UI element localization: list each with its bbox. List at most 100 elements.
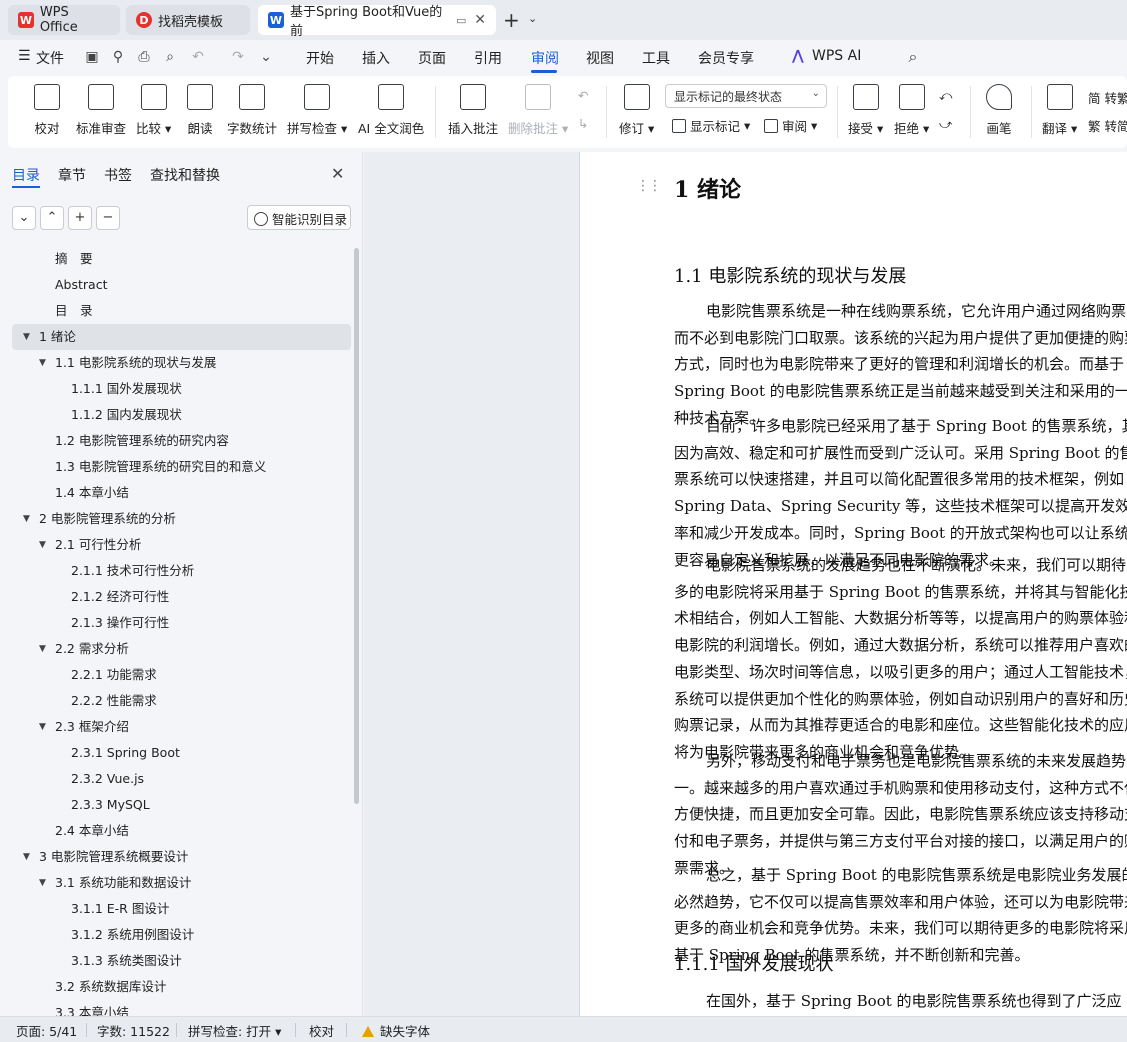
toc-item[interactable]: 2.2.2 性能需求 xyxy=(12,688,351,714)
smart-toc-button[interactable]: 智能识别目录 xyxy=(247,205,351,230)
toc-item[interactable]: ▼ 2 电影院管理系统的分析 xyxy=(12,506,351,532)
show-markup-button[interactable]: 显示标记 ▾ xyxy=(672,116,750,135)
translate-button[interactable]: 翻译 ▾ xyxy=(1042,84,1077,137)
track-changes-button[interactable]: 修订 ▾ xyxy=(619,84,654,137)
simplified-to-traditional-button[interactable]: 简 转繁 xyxy=(1088,88,1127,107)
expand-triangle-icon[interactable]: ▼ xyxy=(39,636,46,662)
monitor-icon[interactable]: ▭ xyxy=(456,14,466,27)
toc-item[interactable]: ▼ 2.1 可行性分析 xyxy=(12,532,351,558)
document-page[interactable]: 1 绪论 1.1 电影院系统的现状与发展 电影院售票系统是一种在线购票系统，它允… xyxy=(579,152,1127,1016)
reject-button[interactable]: 拒绝 ▾ xyxy=(894,84,929,137)
close-tab-icon[interactable]: ✕ xyxy=(474,12,486,28)
menu-reference[interactable]: 引用 xyxy=(474,48,502,68)
next-comment-icon[interactable]: ↳ xyxy=(578,116,588,131)
toc-item[interactable]: 2.3.2 Vue.js xyxy=(12,766,351,792)
nav-tab-bookmarks[interactable]: 书签 xyxy=(104,165,132,185)
drag-handle-icon[interactable]: ⋮⋮ xyxy=(636,178,662,194)
missing-font-status[interactable]: 缺失字体 xyxy=(362,1021,430,1040)
close-pane-icon[interactable]: ✕ xyxy=(331,164,344,183)
toc-item[interactable]: 2.3.3 MySQL xyxy=(12,792,351,818)
collapse-chevron-up-icon[interactable]: ⌃ xyxy=(40,206,64,230)
next-change-icon[interactable]: ⤻ xyxy=(939,116,952,132)
toc-item[interactable]: ▼ 2.3 框架介绍 xyxy=(12,714,351,740)
read-aloud-button[interactable]: 朗读 xyxy=(187,84,213,137)
toc-item[interactable]: 1.3 电影院管理系统的研究目的和意义 xyxy=(12,454,351,480)
pen-button[interactable]: 画笔 xyxy=(986,84,1012,137)
tab-wps-office[interactable]: W WPS Office xyxy=(8,5,120,35)
spell-check-status[interactable]: 拼写检查: 打开 ▾ xyxy=(188,1021,281,1040)
toc-item[interactable]: ▼ 2.2 需求分析 xyxy=(12,636,351,662)
expand-all-chevron-down-icon[interactable]: ⌄ xyxy=(12,206,36,230)
word-count-indicator[interactable]: 字数: 11522 xyxy=(97,1021,170,1040)
expand-triangle-icon[interactable]: ▼ xyxy=(23,844,30,870)
toc-item[interactable]: 目 录 xyxy=(12,298,351,324)
toc-item[interactable]: 2.1.2 经济可行性 xyxy=(12,584,351,610)
toc-item[interactable]: 1.1.2 国内发展现状 xyxy=(12,402,351,428)
expand-triangle-icon[interactable]: ▼ xyxy=(23,324,30,350)
add-toc-icon[interactable]: + xyxy=(68,206,92,230)
word-count-button[interactable]: 字数统计 xyxy=(227,84,277,137)
menu-membership[interactable]: 会员专享 xyxy=(698,48,754,68)
toc-item[interactable]: Abstract xyxy=(12,272,351,298)
menu-home[interactable]: 开始 xyxy=(306,48,334,68)
undo-icon[interactable]: ↶ xyxy=(190,49,206,65)
menu-insert[interactable]: 插入 xyxy=(362,48,390,68)
nav-scrollbar[interactable] xyxy=(354,248,359,804)
toc-item[interactable]: ▼ 3 电影院管理系统概要设计 xyxy=(12,844,351,870)
remove-toc-icon[interactable]: − xyxy=(96,206,120,230)
toc-item[interactable]: 3.1.2 系统用例图设计 xyxy=(12,922,351,948)
traditional-to-simplified-button[interactable]: 繁 转简 xyxy=(1088,116,1127,135)
toc-item[interactable]: 3.1.3 系统类图设计 xyxy=(12,948,351,974)
new-tab-plus-icon[interactable]: + xyxy=(503,8,520,32)
menu-wps-ai[interactable]: WPS AI xyxy=(812,48,861,64)
print-icon[interactable]: ⎙ xyxy=(136,49,152,65)
delete-comment-button[interactable]: 删除批注 ▾ xyxy=(508,84,568,137)
menu-review[interactable]: 审阅 xyxy=(531,48,559,68)
toc-item[interactable]: 3.2 系统数据库设计 xyxy=(12,974,351,1000)
toc-item[interactable]: 2.1.1 技术可行性分析 xyxy=(12,558,351,584)
more-chevron-icon[interactable]: ⌄ xyxy=(258,49,274,65)
markup-mode-select[interactable]: 显示标记的最终状态 ⌄ xyxy=(665,84,827,108)
prev-comment-icon[interactable]: ↶ xyxy=(578,88,588,103)
expand-triangle-icon[interactable]: ▼ xyxy=(39,870,46,896)
nav-tab-sections[interactable]: 章节 xyxy=(58,165,86,185)
insert-comment-button[interactable]: 插入批注 xyxy=(448,84,498,137)
expand-triangle-icon[interactable]: ▼ xyxy=(39,532,46,558)
expand-triangle-icon[interactable]: ▼ xyxy=(39,350,46,376)
menu-page[interactable]: 页面 xyxy=(418,48,446,68)
toc-item[interactable]: 2.2.1 功能需求 xyxy=(12,662,351,688)
toc-item[interactable]: 2.3.1 Spring Boot xyxy=(12,740,351,766)
toc-item[interactable]: ▼ 1.1 电影院系统的现状与发展 xyxy=(12,350,351,376)
toc-item[interactable]: ▼ 3.1 系统功能和数据设计 xyxy=(12,870,351,896)
tab-docer-templates[interactable]: D 找稻壳模板 xyxy=(126,5,250,35)
menu-file[interactable]: 文件 xyxy=(36,48,64,68)
menu-view[interactable]: 视图 xyxy=(586,48,614,68)
accept-button[interactable]: 接受 ▾ xyxy=(848,84,883,137)
redo-icon[interactable]: ↷ xyxy=(230,49,246,65)
proofread-button[interactable]: 校对 xyxy=(34,84,60,137)
toc-item[interactable]: ▼ 1 绪论 xyxy=(12,324,351,350)
compare-button[interactable]: 比较 ▾ xyxy=(136,84,171,137)
expand-triangle-icon[interactable]: ▼ xyxy=(23,506,30,532)
hamburger-icon[interactable]: ☰ xyxy=(18,48,31,64)
share-icon[interactable]: ⚲ xyxy=(110,49,126,65)
print-preview-icon[interactable]: ⌕ xyxy=(162,49,178,65)
toc-item[interactable]: 3.1.1 E-R 图设计 xyxy=(12,896,351,922)
standard-review-button[interactable]: 标准审查 xyxy=(76,84,126,137)
toc-item[interactable]: 1.4 本章小结 xyxy=(12,480,351,506)
page-indicator[interactable]: 页面: 5/41 xyxy=(16,1021,77,1040)
toc-item[interactable]: 1.2 电影院管理系统的研究内容 xyxy=(12,428,351,454)
tab-list-chevron-icon[interactable]: ⌄ xyxy=(528,12,537,25)
prev-change-icon[interactable]: ⤺ xyxy=(939,88,952,104)
nav-tab-find-replace[interactable]: 查找和替换 xyxy=(150,165,220,185)
proofread-status[interactable]: 校对 xyxy=(309,1021,334,1040)
toc-item[interactable]: 摘 要 xyxy=(12,246,351,272)
expand-triangle-icon[interactable]: ▼ xyxy=(39,714,46,740)
spell-check-button[interactable]: 拼写检查 ▾ xyxy=(287,84,347,137)
menu-tools[interactable]: 工具 xyxy=(642,48,670,68)
review-pane-button[interactable]: 审阅 ▾ xyxy=(764,116,817,135)
tab-document[interactable]: W 基于Spring Boot和Vue的前 ▭ ✕ xyxy=(258,5,496,39)
save-icon[interactable]: ▣ xyxy=(84,49,100,65)
nav-tab-toc[interactable]: 目录 xyxy=(12,165,40,185)
search-icon[interactable]: ⌕ xyxy=(905,49,921,65)
